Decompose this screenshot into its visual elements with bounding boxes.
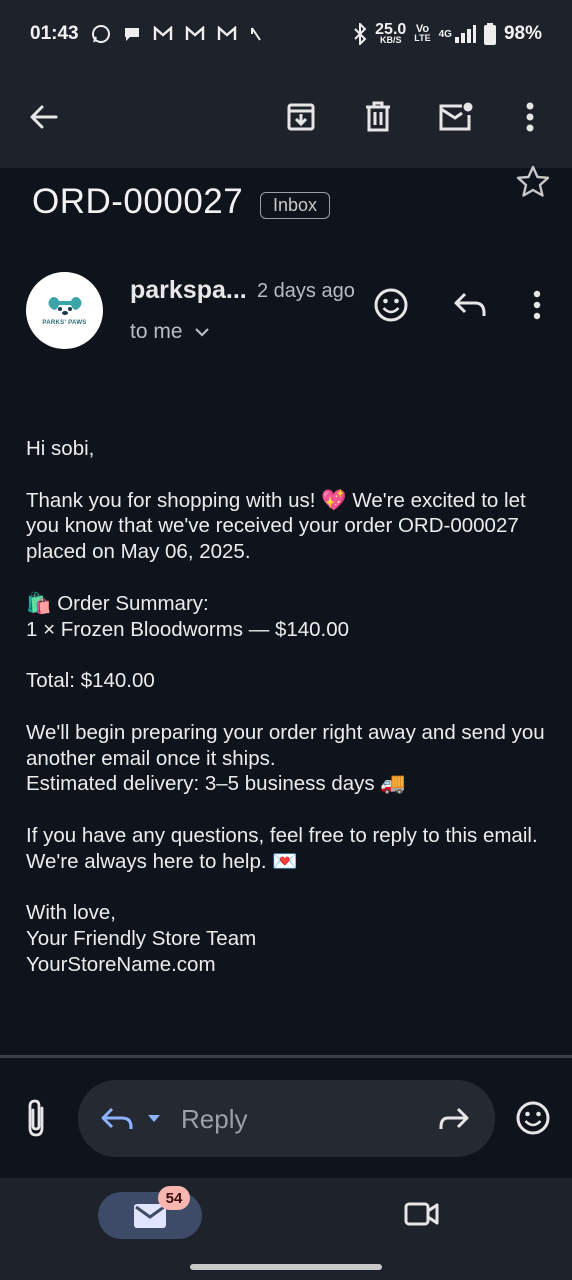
help-note: If you have any questions, feel free to … <box>26 823 538 847</box>
gmail-icon <box>217 26 236 40</box>
top-app-bar: 01:43 25.0 KB/S Vo LTE 4G 98% <box>0 0 572 168</box>
reply-icon <box>101 1107 133 1129</box>
shipping-info: We'll begin preparing your order right a… <box>26 720 546 797</box>
star-button[interactable] <box>514 164 552 198</box>
order-total: Total: $140.00 <box>26 669 155 693</box>
more-options-button[interactable] <box>508 95 552 139</box>
delete-button[interactable] <box>356 95 400 139</box>
battery-percent: 98% <box>503 23 542 44</box>
help-note-2: We're always here to help. 💌 <box>26 849 298 873</box>
order-summary-item: 1 × Frozen Bloodworms — $140.00 <box>26 617 350 641</box>
greeting: Hi sobi, <box>26 437 95 460</box>
status-time: 01:43 <box>30 23 79 44</box>
unread-count-badge: 54 <box>158 1186 190 1210</box>
chat-bubble-icon <box>124 28 139 41</box>
signature-line-1: With love, <box>26 901 116 925</box>
add-reaction-button[interactable] <box>371 285 411 325</box>
signature-line-3: YourStoreName.com <box>26 952 216 976</box>
more-vert-icon <box>526 102 534 132</box>
trash-icon <box>366 101 390 132</box>
order-summary-title: 🛍️ Order Summary: <box>26 591 209 615</box>
email-subject: ORD-000027 <box>32 182 244 221</box>
signal-icon <box>454 25 476 43</box>
gmail-icon <box>185 26 204 40</box>
inbox-label-chip[interactable]: Inbox <box>260 192 331 219</box>
network-speed: 25.0 KB/S <box>375 21 407 45</box>
emoji-smile-icon <box>374 288 408 322</box>
help-info: If you have any questions, feel free to … <box>26 823 546 875</box>
network-type: 4G <box>439 24 476 44</box>
reply-compose-pill[interactable]: Reply <box>78 1080 495 1157</box>
email-body: Hi sobi, Thank you for shopping with us!… <box>26 436 546 1004</box>
arrow-left-icon <box>30 105 58 129</box>
mark-unread-button[interactable] <box>434 95 478 139</box>
reply-placeholder[interactable]: Reply <box>181 1104 247 1135</box>
recipient-label: to me <box>130 320 183 343</box>
emoji-smile-icon <box>516 1101 550 1135</box>
signature: With love, Your Friendly Store Team Your… <box>26 900 546 977</box>
sender-name[interactable]: parkspa... <box>130 276 247 305</box>
email-date: 2 days ago <box>257 280 355 302</box>
battery-icon <box>483 23 496 45</box>
order-summary: 🛍️ Order Summary: 1 × Frozen Bloodworms … <box>26 591 546 643</box>
sender-avatar[interactable]: PARKS' PAWS <box>26 272 103 349</box>
mail-unread-icon <box>439 102 473 131</box>
dog-logo-icon <box>48 297 81 315</box>
paperclip-icon <box>28 1099 44 1137</box>
whatsapp-icon <box>91 25 110 43</box>
bluetooth-icon <box>354 23 367 45</box>
emoji-button[interactable] <box>515 1100 551 1141</box>
status-bar: 01:43 25.0 KB/S Vo LTE 4G 98% <box>0 0 572 68</box>
reply-button[interactable] <box>450 285 490 325</box>
nav-meet-tab[interactable] <box>404 1200 440 1233</box>
gmail-icon <box>153 26 172 40</box>
chevron-down-icon <box>194 328 209 337</box>
more-vert-icon <box>533 290 541 320</box>
signature-line-2: Your Friendly Store Team <box>26 927 257 951</box>
gesture-bar[interactable] <box>190 1264 382 1270</box>
video-camera-icon <box>404 1202 439 1226</box>
estimated-delivery: Estimated delivery: 3–5 business days 🚚 <box>26 772 406 796</box>
volte-indicator: Vo LTE <box>414 23 431 43</box>
missed-call-icon <box>250 27 261 41</box>
recipient-details-toggle[interactable]: to me <box>130 320 209 344</box>
body-paragraph-thanks: Thank you for shopping with us! 💖 We're … <box>26 488 526 564</box>
star-icon <box>516 165 550 197</box>
back-button[interactable] <box>22 95 66 139</box>
archive-icon <box>287 103 315 131</box>
forward-icon[interactable] <box>438 1106 470 1132</box>
shipping-note: We'll begin preparing your order right a… <box>26 720 545 770</box>
caret-down-icon[interactable] <box>147 1114 161 1123</box>
message-more-button[interactable] <box>517 285 557 325</box>
attach-button[interactable] <box>22 1098 52 1143</box>
avatar-brand-text: PARKS' PAWS <box>42 320 87 326</box>
reply-icon <box>454 292 486 316</box>
archive-button[interactable] <box>279 95 323 139</box>
